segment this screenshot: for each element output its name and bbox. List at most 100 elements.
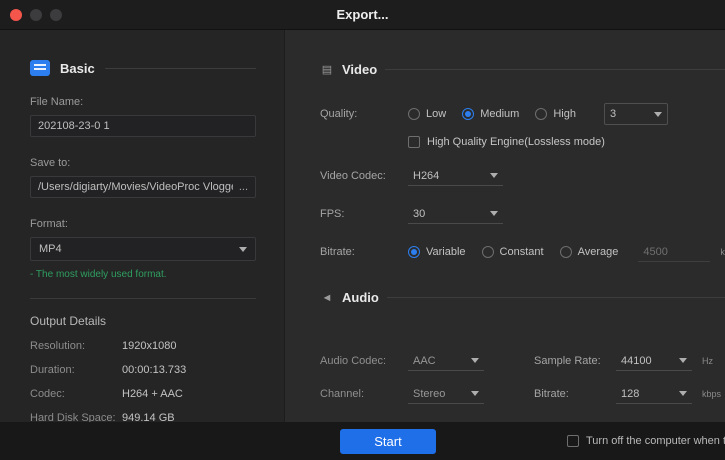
radio-quality-high[interactable]: High	[535, 108, 576, 120]
codec-label: Codec:	[30, 388, 122, 400]
radio-icon	[408, 246, 420, 258]
footer-bar: Start Turn off the computer when the tas…	[0, 422, 725, 460]
video-bitrate-input[interactable]: 4500	[638, 242, 710, 262]
save-to-input[interactable]: /Users/digiarty/Movies/VideoProc Vlogger…	[30, 176, 256, 198]
audio-codec-dropdown[interactable]: AAC	[408, 351, 484, 371]
chevron-down-icon	[490, 173, 498, 178]
resolution-value: 1920x1080	[122, 340, 176, 352]
radio-label: Medium	[480, 108, 519, 120]
save-to-value: /Users/digiarty/Movies/VideoProc Vlogger…	[38, 181, 233, 193]
file-name-value: 202108-23-0 1	[38, 120, 248, 132]
output-details-title: Output Details	[30, 314, 256, 328]
channel-dropdown[interactable]: Stereo	[408, 384, 484, 404]
file-name-input[interactable]: 202108-23-0 1	[30, 115, 256, 137]
divider	[105, 68, 256, 69]
video-section-title: Video	[342, 62, 377, 77]
duration-label: Duration:	[30, 364, 122, 376]
shutdown-checkbox[interactable]	[567, 435, 579, 447]
hq-engine-checkbox[interactable]: High Quality Engine(Lossless mode)	[408, 136, 605, 148]
radio-icon	[408, 108, 420, 120]
video-bitrate-value: 4500	[643, 246, 667, 258]
audio-codec-row: Audio Codec: AAC Sample Rate: 44100 Hz	[320, 351, 725, 371]
fps-value: 30	[413, 208, 425, 220]
basic-panel: Basic File Name: 202108-23-0 1 Save to: …	[0, 30, 285, 422]
sample-rate-unit: Hz	[702, 356, 713, 366]
format-dropdown[interactable]: MP4	[30, 237, 256, 261]
divider	[30, 298, 256, 299]
resolution-label: Resolution:	[30, 340, 122, 352]
audio-section-title: Audio	[342, 290, 379, 305]
chevron-down-icon	[239, 247, 247, 252]
start-button[interactable]: Start	[340, 429, 436, 454]
chevron-down-icon	[679, 391, 687, 396]
video-codec-dropdown[interactable]: H264	[408, 166, 503, 186]
video-bitrate-row: Bitrate: Variable Constant Average 4500 …	[320, 242, 725, 262]
audio-bitrate-unit: kbps	[702, 389, 721, 399]
quality-level-value: 3	[610, 108, 616, 120]
hq-engine-row: High Quality Engine(Lossless mode)	[408, 136, 725, 148]
sample-rate-value: 44100	[621, 355, 652, 367]
chevron-down-icon	[471, 391, 479, 396]
fps-row: FPS: 30	[320, 204, 725, 224]
detail-row-codec: Codec: H264 + AAC	[30, 388, 256, 400]
window-title: Export...	[336, 7, 388, 22]
radio-icon	[535, 108, 547, 120]
chevron-down-icon	[471, 358, 479, 363]
video-codec-label: Video Codec:	[320, 170, 408, 182]
minimize-window-button[interactable]	[30, 9, 42, 21]
radio-bitrate-constant[interactable]: Constant	[482, 246, 544, 258]
basic-section-title: Basic	[60, 61, 95, 76]
video-codec-value: H264	[413, 170, 439, 182]
radio-quality-low[interactable]: Low	[408, 108, 446, 120]
export-dialog-body: Basic File Name: 202108-23-0 1 Save to: …	[0, 30, 725, 422]
format-value: MP4	[39, 243, 62, 255]
sample-rate-label: Sample Rate:	[534, 355, 616, 367]
radio-bitrate-variable[interactable]: Variable	[408, 246, 466, 258]
radio-label: Constant	[500, 246, 544, 258]
video-codec-row: Video Codec: H264	[320, 166, 725, 186]
quality-level-dropdown[interactable]: 3	[604, 103, 668, 125]
audio-bitrate-label: Bitrate:	[534, 388, 616, 400]
audio-icon: ◄	[320, 292, 334, 304]
basic-icon	[30, 60, 50, 76]
settings-panel: ▤ Video Quality: Low Medium High 3	[285, 30, 725, 422]
save-to-label: Save to:	[30, 157, 256, 169]
radio-label: Variable	[426, 246, 466, 258]
fps-label: FPS:	[320, 208, 408, 220]
title-bar: Export...	[0, 0, 725, 30]
browse-button[interactable]: ...	[233, 181, 248, 193]
sample-rate-dropdown[interactable]: 44100	[616, 351, 692, 371]
divider	[385, 69, 725, 70]
audio-codec-label: Audio Codec:	[320, 355, 408, 367]
fps-dropdown[interactable]: 30	[408, 204, 503, 224]
file-name-label: File Name:	[30, 96, 256, 108]
video-icon: ▤	[320, 63, 334, 76]
hq-engine-label: High Quality Engine(Lossless mode)	[427, 136, 605, 148]
chevron-down-icon	[490, 211, 498, 216]
channel-value: Stereo	[413, 388, 445, 400]
close-window-button[interactable]	[10, 9, 22, 21]
radio-label: Average	[578, 246, 619, 258]
quality-row: Quality: Low Medium High 3	[320, 103, 725, 125]
zoom-window-button[interactable]	[50, 9, 62, 21]
radio-bitrate-average[interactable]: Average	[560, 246, 619, 258]
chevron-down-icon	[679, 358, 687, 363]
shutdown-label: Turn off the computer when the task is f	[586, 435, 725, 447]
audio-section-header: ◄ Audio	[320, 290, 725, 305]
audio-bitrate-value: 128	[621, 388, 639, 400]
window-controls	[10, 9, 62, 21]
audio-codec-value: AAC	[413, 355, 436, 367]
format-label: Format:	[30, 218, 256, 230]
codec-value: H264 + AAC	[122, 388, 183, 400]
video-bitrate-unit: kbps	[720, 247, 725, 257]
checkbox-icon	[408, 136, 420, 148]
detail-row-resolution: Resolution: 1920x1080	[30, 340, 256, 352]
divider	[387, 297, 725, 298]
radio-quality-medium[interactable]: Medium	[462, 108, 519, 120]
audio-bitrate-dropdown[interactable]: 128	[616, 384, 692, 404]
chevron-down-icon	[654, 112, 662, 117]
format-hint: - The most widely used format.	[30, 269, 256, 280]
channel-label: Channel:	[320, 388, 408, 400]
radio-label: Low	[426, 108, 446, 120]
quality-label: Quality:	[320, 108, 408, 120]
